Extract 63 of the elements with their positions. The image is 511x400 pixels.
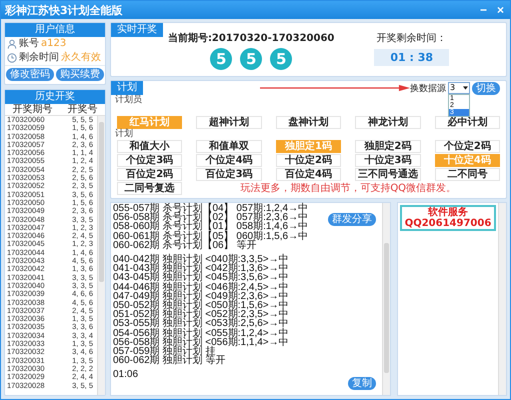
column-header: 开奖号 [68, 104, 98, 115]
log-line: 054-056期 独胆计划 <055期:1,2,4>→中 [113, 328, 289, 338]
service-text: 软件服务QQ2061497006 [400, 205, 496, 231]
number-ball: 5 [270, 48, 292, 70]
field-label: 剩余时间 [19, 52, 59, 64]
panel-header: 用户信息 [5, 23, 105, 37]
log-line: 043-045期 独胆计划 <045期:3,5,6>→中 [113, 273, 289, 283]
plan-button[interactable]: 二同号复选 [117, 182, 182, 195]
planner-button[interactable]: 神龙计划 [355, 116, 421, 129]
plan-button[interactable]: 和值大小 [117, 140, 182, 153]
source-label: 换数据源 [410, 82, 446, 94]
planner-button[interactable]: 必中计划 [434, 116, 500, 129]
log-line: 058-060期 杀号计划【01】 058期:1,4,6→中 [113, 222, 308, 232]
log-line: 051-052期 独胆计划 <052期:2,3,5>→中 [113, 310, 289, 320]
plan-button[interactable]: 二不同号 [434, 168, 500, 181]
log-line: 041-043期 独胆计划 <042期:1,3,6>→中 [113, 264, 289, 274]
scrollbar[interactable] [498, 203, 506, 395]
plan-button[interactable]: 独胆定2码 [355, 140, 421, 153]
scrollbar[interactable] [382, 203, 390, 395]
log-line: 050-052期 独胆计划 <050期:1,5,6>→中 [113, 301, 289, 310]
section-label: 计划员 [114, 95, 142, 106]
planner-button[interactable]: 超神计划 [196, 116, 262, 129]
notice-text: 玩法更多，期数自由调节，可支持QQ微信群发。 [239, 182, 458, 195]
user-icon [7, 39, 17, 49]
period-label: 当前期号:20170320-170320060 [168, 32, 334, 45]
caret-icon [463, 86, 468, 90]
plan-button[interactable]: 百位定3码 [196, 168, 262, 181]
countdown-timer: 01 : 38 [374, 49, 450, 66]
section-label: 计划 [114, 129, 133, 140]
plan-button[interactable]: 百位定4码 [276, 168, 342, 181]
column-header: 开奖期号 [12, 104, 52, 115]
log-line: 040-042期 独胆计划 <040期:3,3,5>→中 [113, 255, 289, 264]
log-line: 056-058期 独胆计划 <056期:1,1,4>→中 [113, 338, 289, 348]
plan-button[interactable]: 百位定2码 [117, 168, 182, 181]
plan-button[interactable]: 三不同号通选 [355, 168, 421, 181]
field-value: 永久有效 [61, 52, 101, 64]
log-line: 056-058期 杀号计划【02】 057期:2,3,6→中 [113, 213, 308, 222]
scrollbar[interactable] [97, 116, 105, 395]
number-ball: 5 [210, 48, 232, 70]
plan-button[interactable]: 十位定3码 [355, 154, 421, 167]
log-line: 060-062期 独胆计划 等开 [113, 356, 226, 366]
window-title: 彩神江苏快3计划全能版 [5, 2, 123, 18]
log-line: 01:06 [113, 370, 138, 380]
plan-button[interactable]: 十位定2码 [276, 154, 342, 167]
clock-icon [7, 53, 17, 63]
source-dropdown[interactable]: 3 [448, 82, 470, 94]
field-label: 账号 [19, 38, 39, 50]
log-line: 047-049期 独胆计划 <049期:2,3,6>→中 [113, 292, 289, 302]
countdown-label: 开奖剩余时间： [376, 32, 447, 45]
field-value: a123 [41, 38, 66, 50]
log-line: 060-061期 杀号计划【05】 060期:1,5,6→中 [113, 232, 308, 241]
plan-button[interactable]: 和值单双 [196, 140, 262, 153]
planner-button[interactable]: 盘神计划 [276, 116, 342, 129]
log-line: 055-057期 杀号计划【04】 057期:1,2,4→中 [113, 204, 308, 214]
number-ball: 5 [240, 48, 262, 70]
panel-header: 历史开奖 [5, 90, 105, 104]
log-line: 057-059期 独胆计划 挂 [113, 347, 216, 356]
log-line: 060-062期 杀号计划【06】 等开 [113, 240, 256, 250]
plan-button[interactable]: 个位定4码 [196, 154, 262, 167]
plan-button[interactable]: 个位定2码 [434, 140, 500, 153]
log-line: 044-046期 独胆计划 <046期:2,4,5>→中 [113, 282, 289, 292]
plan-button[interactable]: 个位定3码 [117, 154, 182, 167]
log-line: 053-055期 独胆计划 <053期:2,5,6>→中 [113, 319, 289, 329]
